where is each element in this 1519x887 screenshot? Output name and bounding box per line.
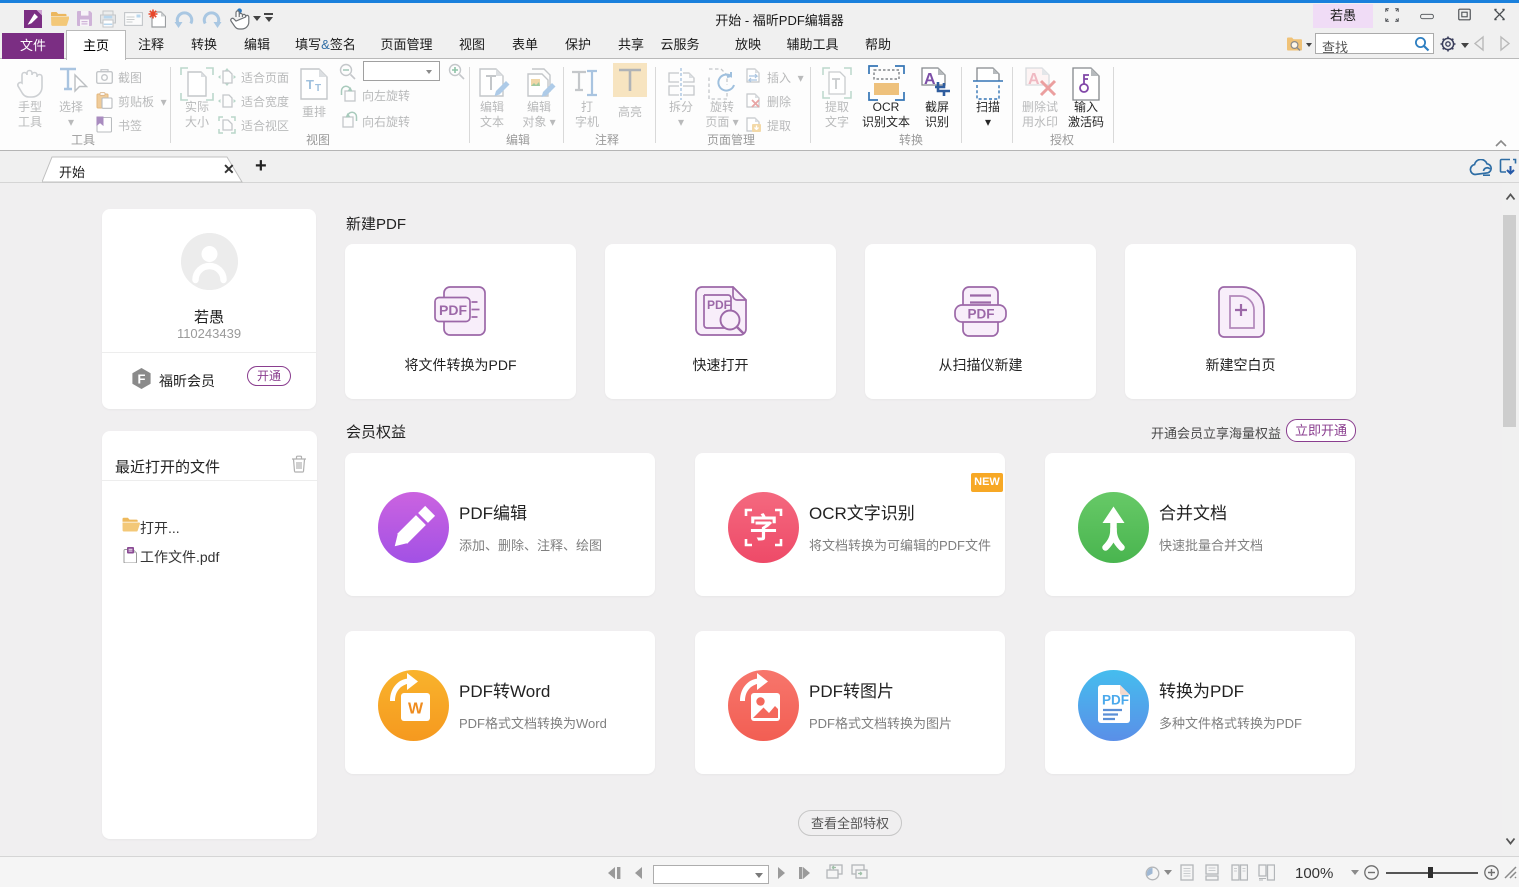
svg-text:PDF: PDF	[439, 302, 467, 318]
svg-text:字: 字	[749, 512, 777, 544]
svg-text:T: T	[315, 83, 321, 94]
svg-text:F: F	[138, 372, 146, 387]
svg-text:T: T	[306, 77, 314, 92]
svg-text:A: A	[1028, 71, 1040, 88]
svg-text:A: A	[924, 71, 936, 88]
svg-text:PDF: PDF	[968, 307, 995, 322]
svg-text:W: W	[408, 701, 424, 718]
svg-text:PDF: PDF	[1102, 693, 1129, 708]
